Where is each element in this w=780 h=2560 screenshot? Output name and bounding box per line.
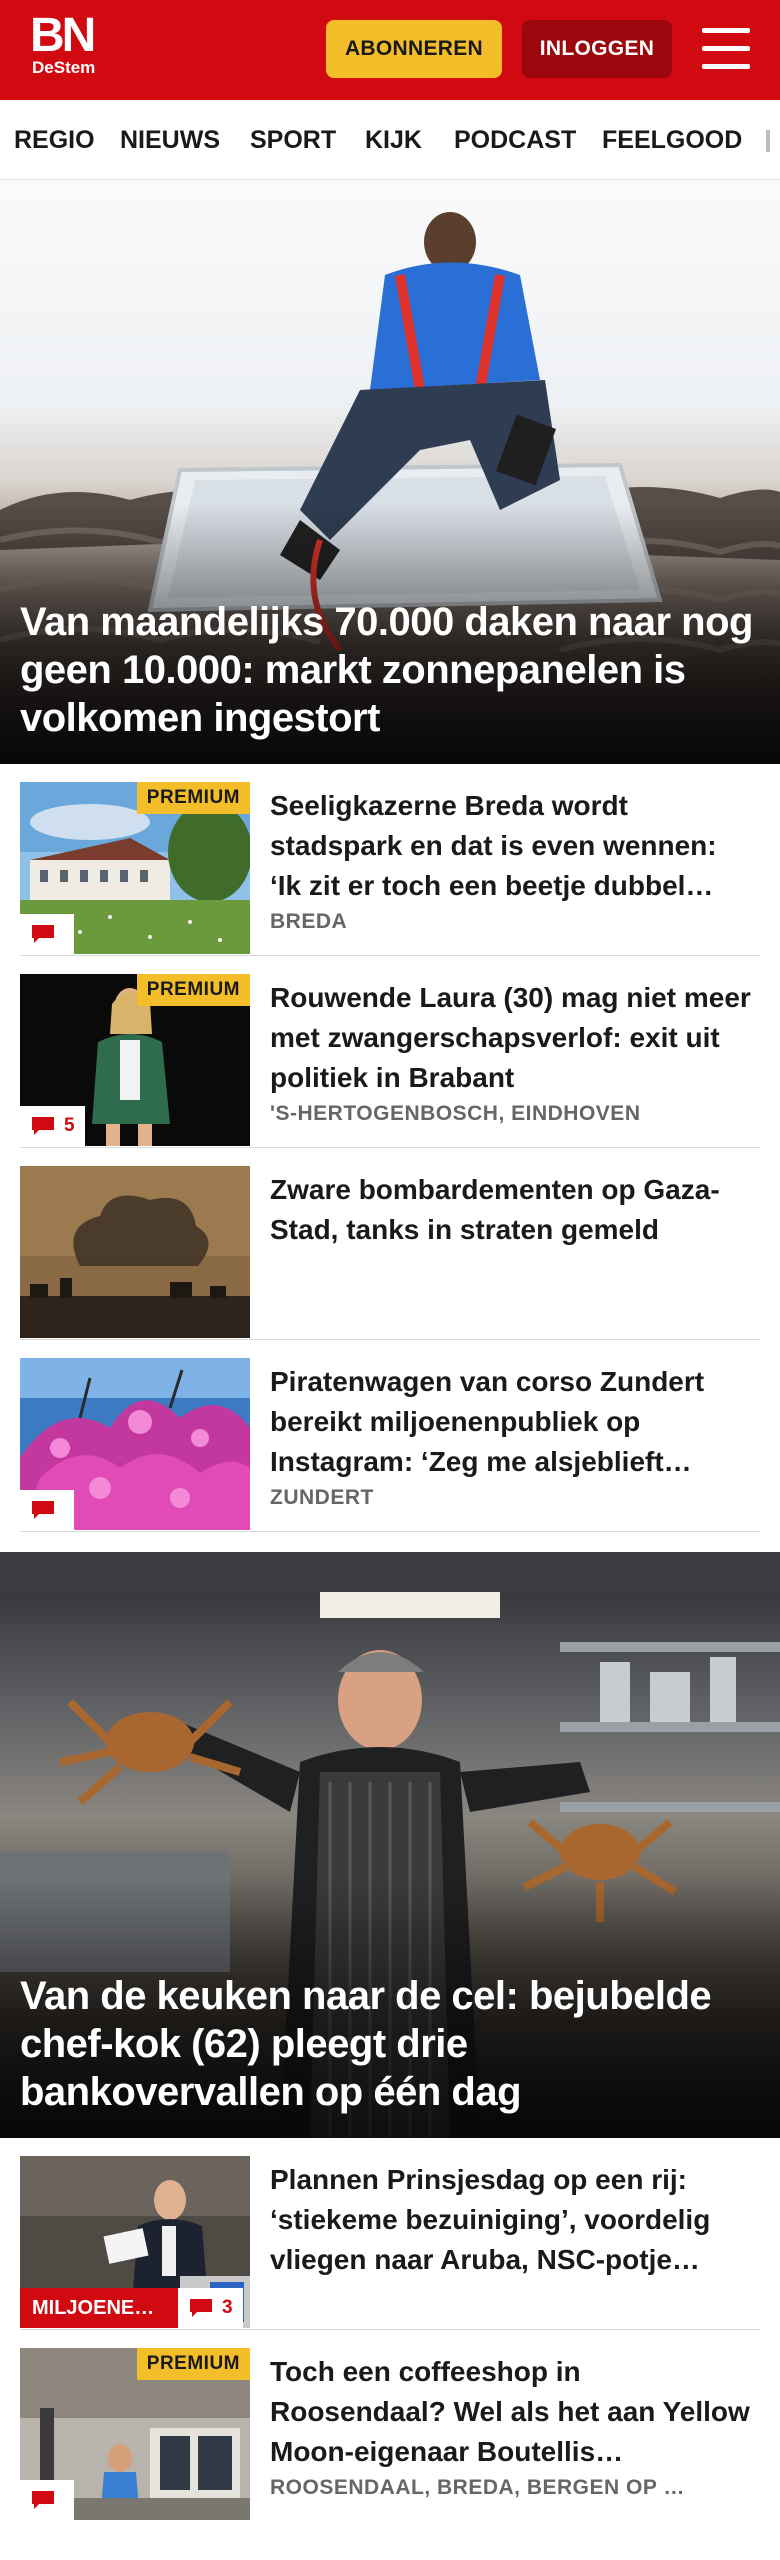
comment-icon xyxy=(32,2491,54,2509)
nav-item-nieuws[interactable]: NIEUWS xyxy=(120,126,220,155)
premium-badge: PREMIUM xyxy=(136,2348,250,2380)
article-location: ZUNDERT xyxy=(270,1486,374,1509)
article-title[interactable]: Toch een coffeeshop in Roosendaal? Wel a… xyxy=(270,2352,754,2472)
article-location: BREDA xyxy=(270,910,348,933)
article-thumbnail xyxy=(20,1358,250,1530)
article-coffeeshop-roosendaal[interactable]: PREMIUM Toch een coffeeshop in Roosendaa… xyxy=(0,2330,780,2522)
comment-indicator[interactable]: 3 xyxy=(178,2288,243,2328)
hero-headline[interactable]: Van maandelijks 70.000 daken naar nog ge… xyxy=(20,598,760,742)
hero-headline[interactable]: Van de keuken naar de cel: bejubelde che… xyxy=(20,1972,760,2116)
nav-overflow-hint xyxy=(766,130,770,152)
article-title[interactable]: Plannen Prinsjesdag op een rij: ‘stiekem… xyxy=(270,2160,754,2280)
thumb-image-smoke xyxy=(20,1166,250,1338)
article-title[interactable]: Rouwende Laura (30) mag niet meer met zw… xyxy=(270,978,754,1098)
nav-item-kijk[interactable]: KIJK xyxy=(365,126,422,155)
premium-badge: PREMIUM xyxy=(136,782,250,814)
article-thumbnail xyxy=(20,1166,250,1338)
article-title[interactable]: Piratenwagen van corso Zundert bereikt m… xyxy=(270,1362,754,1482)
section-nav: REGIO NIEUWS SPORT KIJK PODCAST FEELGOOD xyxy=(0,100,780,180)
comment-icon xyxy=(32,925,54,943)
site-logo[interactable]: BN DeStem xyxy=(30,9,112,78)
comment-icon xyxy=(190,2299,212,2317)
nav-item-sport[interactable]: SPORT xyxy=(250,126,336,155)
hero-article-chef-kok[interactable]: Van de keuken naar de cel: bejubelde che… xyxy=(0,1552,780,2138)
login-button[interactable]: INLOGGEN xyxy=(522,20,672,78)
premium-badge: PREMIUM xyxy=(136,974,250,1006)
subscribe-button[interactable]: ABONNEREN xyxy=(326,20,502,78)
article-thumbnail: PREMIUM xyxy=(20,782,250,954)
article-gaza-bombardementen[interactable]: Zware bombardementen op Gaza-Stad, tanks… xyxy=(0,1148,780,1340)
comment-indicator[interactable] xyxy=(20,2480,74,2520)
article-thumbnail: MILJOENE… 3 xyxy=(20,2156,250,2328)
comment-indicator[interactable] xyxy=(20,1490,74,1530)
comment-icon xyxy=(32,1117,54,1135)
comment-count: 5 xyxy=(64,1115,75,1136)
article-rouwende-laura[interactable]: PREMIUM 5 Rouwende Laura (30) mag niet m… xyxy=(0,956,780,1148)
topic-tag[interactable]: MILJOENE… xyxy=(20,2288,178,2328)
nav-item-feelgood[interactable]: FEELGOOD xyxy=(602,126,742,155)
comment-indicator[interactable] xyxy=(20,914,74,954)
article-thumbnail: PREMIUM xyxy=(20,2348,250,2520)
article-title[interactable]: Seeligkazerne Breda wordt stadspark en d… xyxy=(270,786,754,906)
article-location: ROOSENDAAL, BREDA, BERGEN OP … xyxy=(270,2476,685,2499)
comment-count: 3 xyxy=(222,2297,233,2318)
article-thumbnail: PREMIUM 5 xyxy=(20,974,250,1146)
nav-item-regio[interactable]: REGIO xyxy=(14,126,95,155)
article-seeligkazerne[interactable]: PREMIUM Seeligkazerne Breda wordt stadsp… xyxy=(0,764,780,956)
nav-item-podcast[interactable]: PODCAST xyxy=(454,126,576,155)
article-prinsjesdag[interactable]: MILJOENE… 3 Plannen Prinsjesdag op een r… xyxy=(0,2138,780,2330)
article-location: 'S-HERTOGENBOSCH, EINDHOVEN xyxy=(270,1102,641,1125)
comment-indicator[interactable]: 5 xyxy=(20,1106,85,1146)
divider xyxy=(20,1531,760,1532)
comment-icon xyxy=(32,1501,54,1519)
article-title[interactable]: Zware bombardementen op Gaza-Stad, tanks… xyxy=(270,1170,754,1250)
logo-main-text: BN xyxy=(30,9,96,62)
logo-sub-text: DeStem xyxy=(32,58,96,77)
article-piratenwagen-zundert[interactable]: Piratenwagen van corso Zundert bereikt m… xyxy=(0,1340,780,1532)
hamburger-menu-icon[interactable] xyxy=(700,26,752,72)
hero-article-solar-panels[interactable]: Van maandelijks 70.000 daken naar nog ge… xyxy=(0,180,780,764)
site-header: BN DeStem ABONNEREN INLOGGEN xyxy=(0,0,780,100)
